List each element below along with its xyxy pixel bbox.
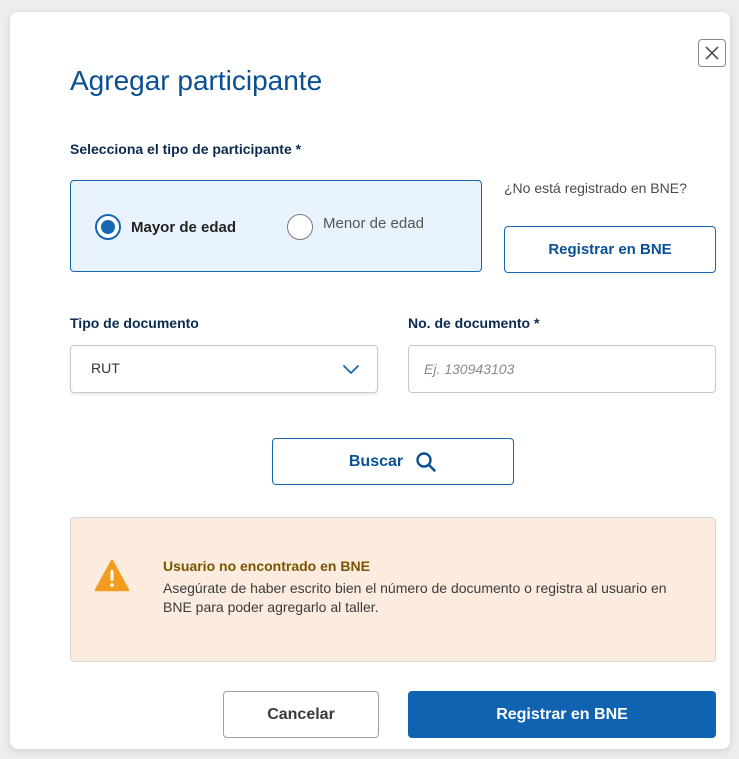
radio-option-adult[interactable]: Mayor de edad: [95, 214, 236, 240]
radio-label-minor: Menor de edad: [323, 214, 424, 232]
radio-selected-dot: [101, 220, 115, 234]
document-number-input[interactable]: [408, 345, 716, 393]
chevron-down-icon: [343, 365, 359, 374]
radio-option-minor[interactable]: Menor de edad: [287, 214, 424, 240]
register-bne-primary-button[interactable]: Registrar en BNE: [408, 691, 716, 738]
modal-title: Agregar participante: [70, 65, 323, 96]
radio-button-adult[interactable]: [95, 214, 121, 240]
close-icon: [705, 46, 719, 60]
not-registered-helper-text: ¿No está registrado en BNE?: [504, 180, 687, 196]
participant-type-radio-group: Mayor de edad Menor de edad: [70, 180, 482, 272]
close-button[interactable]: [698, 39, 726, 67]
search-button-label: Buscar: [348, 452, 404, 470]
document-type-value: RUT: [91, 360, 120, 376]
document-number-label: No. de documento *: [408, 315, 540, 331]
search-button[interactable]: Buscar: [272, 438, 514, 485]
participant-type-label: Selecciona el tipo de participante *: [70, 141, 302, 157]
register-bne-button[interactable]: Registrar en BNE: [504, 226, 716, 273]
radio-label-adult: Mayor de edad: [131, 218, 237, 236]
alert-message: Asegúrate de haber escrito bien el númer…: [163, 580, 667, 615]
user-not-found-alert: Usuario no encontrado en BNE Asegúrate d…: [70, 517, 716, 662]
document-type-select[interactable]: RUT: [70, 345, 378, 393]
radio-button-minor[interactable]: [287, 214, 313, 240]
alert-title: Usuario no encontrado en BNE: [163, 558, 370, 574]
warning-icon: [94, 559, 130, 592]
cancel-button[interactable]: Cancelar: [223, 691, 379, 738]
document-type-label: Tipo de documento: [70, 315, 199, 331]
search-icon: [416, 451, 436, 472]
add-participant-modal: Agregar participante Selecciona el tipo …: [10, 12, 730, 749]
